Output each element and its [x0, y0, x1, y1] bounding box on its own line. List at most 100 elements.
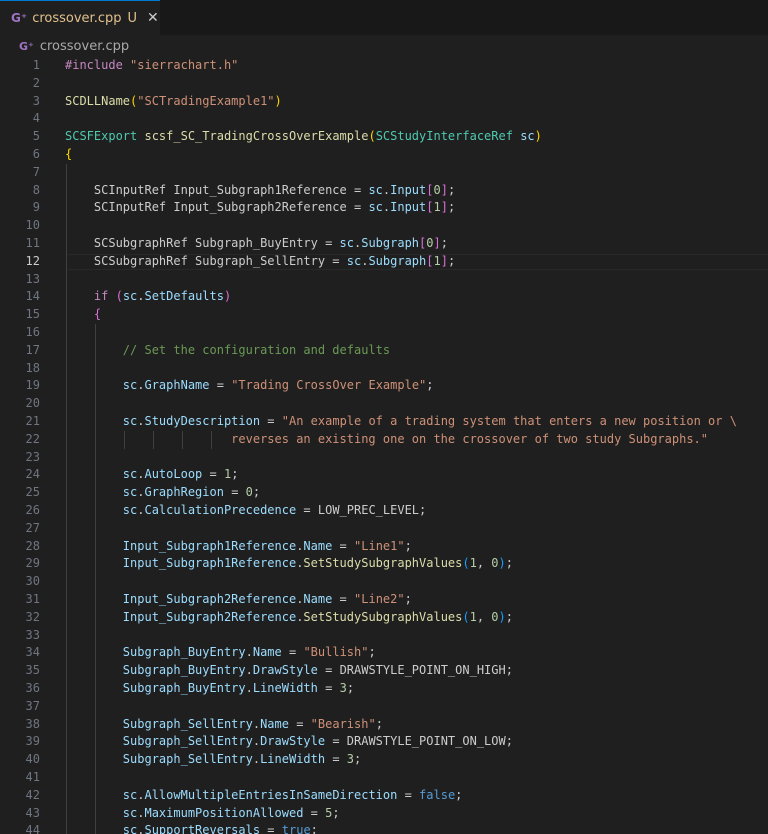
code-text: reverses an existing one on the crossove… [65, 431, 708, 449]
code-line[interactable]: 6{ [0, 146, 768, 164]
code-line[interactable]: 17 // Set the configuration and defaults [0, 342, 768, 360]
code-line[interactable]: 10 [0, 217, 768, 235]
code-text: Input_Subgraph2Reference.Name = "Line2"; [65, 591, 412, 609]
code-token: { [65, 307, 102, 322]
cpp-file-icon: G⁺ [19, 39, 34, 53]
indent-guide [211, 430, 212, 449]
line-number: 27 [25, 520, 40, 535]
code-token: ) [223, 289, 232, 304]
code-token: = [332, 592, 355, 606]
code-line[interactable]: 28 Input_Subgraph1Reference.Name = "Line… [0, 538, 768, 556]
code-token: SCInputRef Input_Subgraph1Reference = [65, 182, 369, 197]
code-token: = LOW_PREC_LEVEL; [296, 503, 427, 517]
code-token: ; [346, 681, 355, 695]
code-token: "An example of a trading system that ent… [281, 414, 737, 428]
code-token: ) [274, 93, 282, 108]
code-line[interactable]: 36 Subgraph_BuyEntry.LineWidth = 3; [0, 680, 768, 698]
code-line[interactable]: 18 [0, 360, 768, 378]
code-line[interactable]: 30 [0, 573, 768, 591]
breadcrumb: G⁺ crossover.cpp [0, 36, 768, 56]
code-line[interactable]: 25 sc.GraphRegion = 0; [0, 484, 768, 502]
code-line[interactable]: 3 SCDLLName("SCTradingExample1") [0, 93, 768, 111]
line-number: 40 [25, 752, 40, 767]
code-token: reverses an existing one on the crossove… [65, 431, 708, 446]
editor-tab-bar: G⁺ crossover.cpp U ✕ [0, 0, 768, 35]
code-editor[interactable]: 1 #include "sierrachart.h" 2 3 SCDLLName("SC… [0, 56, 768, 834]
code-token: ( [368, 129, 376, 144]
code-token: 0 [426, 236, 434, 250]
code-token: LineWidth [252, 681, 318, 695]
code-line[interactable]: 24 sc.AutoLoop = 1; [0, 466, 768, 484]
code-line[interactable]: 9 SCInputRef Input_Subgraph2Reference = … [0, 199, 768, 217]
breadcrumb-filename[interactable]: crossover.cpp [40, 39, 129, 54]
code-line[interactable]: 8 SCInputRef Input_Subgraph1Reference = … [0, 182, 768, 200]
code-line[interactable]: 43 sc.MaximumPositionAllowed = 5; [0, 805, 768, 823]
code-token: SetDefaults [144, 289, 224, 304]
code-token: ; [332, 805, 340, 820]
code-text: sc.AllowMultipleEntriesInSameDirection =… [65, 787, 463, 805]
code-token: "sierrachart.h" [130, 58, 239, 72]
code-line[interactable]: 32 Input_Subgraph2Reference.SetStudySubg… [0, 609, 768, 627]
code-line[interactable]: 1 #include "sierrachart.h" [0, 57, 768, 75]
code-token: 0 [433, 182, 441, 197]
code-token: Input [390, 182, 427, 197]
code-token: SCSFExport [65, 129, 145, 144]
code-line[interactable]: 14 if (sc.SetDefaults) [0, 288, 768, 306]
code-token: = [260, 823, 282, 834]
code-line[interactable]: 11 SCSubgraphRef Subgraph_BuyEntry = sc.… [0, 235, 768, 253]
code-line[interactable]: 21 sc.StudyDescription = "An example of … [0, 413, 768, 431]
code-line[interactable]: 29 Input_Subgraph1Reference.SetStudySubg… [0, 555, 768, 573]
line-number: 31 [25, 592, 40, 606]
code-line[interactable]: 13 [0, 271, 768, 289]
code-line[interactable]: 42 sc.AllowMultipleEntriesInSameDirectio… [0, 787, 768, 805]
code-line[interactable]: 33 [0, 627, 768, 645]
line-number: 32 [25, 609, 40, 624]
code-line[interactable]: 23 [0, 449, 768, 467]
code-token: SCInputRef Input_Subgraph2Reference = [65, 200, 369, 215]
indent-guide [153, 430, 154, 449]
code-token: ( [462, 556, 470, 571]
code-line[interactable]: 35 Subgraph_BuyEntry.DrawStyle = DRAWSTY… [0, 662, 768, 680]
code-line[interactable]: 31 Input_Subgraph2Reference.Name = "Line… [0, 591, 768, 609]
tab-crossover-cpp[interactable]: G⁺ crossover.cpp U ✕ [0, 0, 160, 35]
line-number: 29 [25, 556, 40, 571]
code-line[interactable]: 2 [0, 75, 768, 93]
code-line[interactable]: 37 [0, 698, 768, 716]
code-line[interactable]: 19 sc.GraphName = "Trading CrossOver Exa… [0, 377, 768, 395]
line-number: 16 [25, 325, 40, 339]
code-line[interactable]: 16 [0, 324, 768, 342]
code-line[interactable]: 22 reverses an existing one on the cross… [0, 431, 768, 449]
code-line[interactable]: 27 [0, 520, 768, 538]
code-line[interactable]: 7 [0, 164, 768, 182]
code-token: MaximumPositionAllowed [144, 805, 304, 820]
code-line[interactable]: 41 [0, 769, 768, 787]
close-icon[interactable]: ✕ [147, 10, 159, 26]
code-token: ] [440, 200, 448, 215]
code-line[interactable]: 5 SCSFExport scsf_SC_TradingCrossOverExam… [0, 128, 768, 146]
line-number: 3 [32, 93, 40, 108]
code-line[interactable]: 38 Subgraph_SellEntry.Name = "Bearish"; [0, 716, 768, 734]
code-token: 3 [339, 681, 347, 695]
code-line[interactable]: 26 sc.CalculationPrecedence = LOW_PREC_L… [0, 502, 768, 520]
code-token: Input_Subgraph2Reference [65, 609, 297, 624]
code-text: Subgraph_BuyEntry.Name = "Bullish"; [65, 644, 376, 662]
code-line[interactable]: 39 Subgraph_SellEntry.DrawStyle = DRAWST… [0, 733, 768, 751]
code-token: Input_Subgraph2Reference [65, 592, 297, 606]
line-number: 9 [32, 200, 40, 215]
code-line[interactable]: 4 [0, 110, 768, 128]
code-token: "Bullish" [303, 645, 369, 660]
code-text: if (sc.SetDefaults) [65, 288, 231, 306]
code-token: Input_Subgraph1Reference [65, 538, 297, 553]
code-line[interactable]: 44 sc.SupportReversals = true; [0, 822, 768, 834]
code-token: , [476, 556, 492, 571]
code-text: Input_Subgraph1Reference.SetStudySubgrap… [65, 555, 513, 573]
line-number: 15 [25, 307, 40, 322]
code-line[interactable]: 34 Subgraph_BuyEntry.Name = "Bullish"; [0, 644, 768, 662]
code-line[interactable]: 40 Subgraph_SellEntry.LineWidth = 3; [0, 751, 768, 769]
code-token: ; [375, 716, 383, 731]
code-token: = [332, 538, 355, 553]
code-token: ( [462, 609, 470, 624]
code-line[interactable]: 20 [0, 395, 768, 413]
code-text: Subgraph_BuyEntry.LineWidth = 3; [65, 680, 354, 698]
code-line[interactable]: 15 { [0, 306, 768, 324]
